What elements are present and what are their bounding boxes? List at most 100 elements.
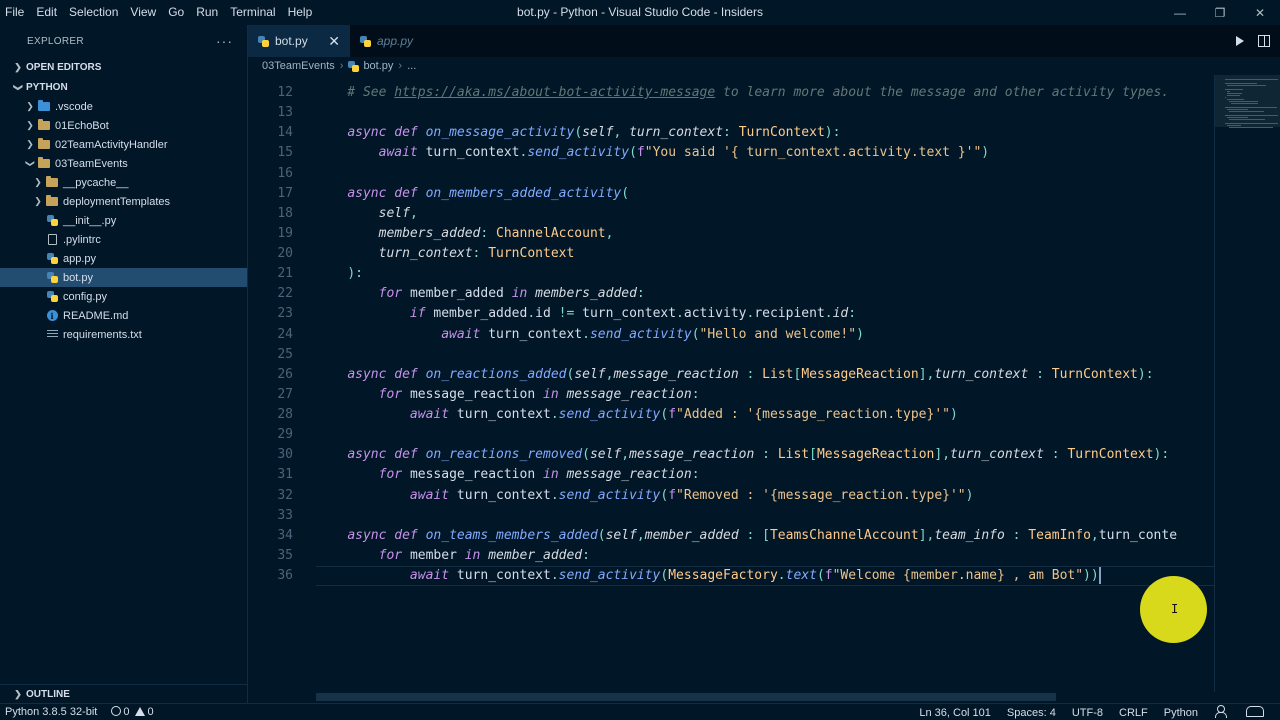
code-line[interactable]: 30 async def on_reactions_removed(self,m… (248, 445, 1214, 465)
folder-icon (46, 195, 58, 208)
line-number: 18 (277, 205, 293, 221)
code-line[interactable]: 15 await turn_context.send_activity(f"Yo… (248, 143, 1214, 163)
status-bar: Python 3.8.5 32-bit 00 Ln 36, Col 101 Sp… (0, 703, 1280, 720)
minimap-line (1225, 79, 1278, 80)
code-line[interactable]: 24 await turn_context.send_activity("Hel… (248, 325, 1214, 345)
open-editors-section[interactable]: ❯ OPEN EDITORS (0, 57, 247, 77)
tree-item[interactable]: bot.py (0, 268, 247, 287)
outline-section[interactable]: ❯ OUTLINE (0, 684, 247, 703)
close-window-button[interactable]: ✕ (1240, 0, 1280, 25)
tab-label: bot.py (275, 34, 308, 48)
more-actions-icon[interactable]: ··· (216, 33, 233, 49)
tree-item[interactable]: requirements.txt (0, 325, 247, 344)
code-text: members_added: ChannelAccount, (378, 225, 614, 241)
tab-app-py[interactable]: app.py (350, 25, 423, 57)
chevron-right-icon: ❯ (34, 177, 42, 187)
tree-item[interactable]: ❯ 01EchoBot (0, 116, 247, 135)
minimap-line (1229, 101, 1258, 102)
python-file-icon (348, 60, 360, 72)
menu-bar: File Edit Selection View Go Run Terminal Help (0, 0, 318, 25)
code-line[interactable]: 36 await turn_context.send_activity(Mess… (248, 566, 1214, 587)
menu-view[interactable]: View (124, 0, 162, 25)
tree-item[interactable]: ❯ __pycache__ (0, 173, 247, 192)
run-icon[interactable] (1236, 36, 1244, 46)
code-line[interactable]: 13 (248, 103, 1214, 123)
code-line[interactable]: 16 (248, 164, 1214, 184)
tree-item[interactable]: config.py (0, 287, 247, 306)
code-line[interactable]: 27 for message_reaction in message_react… (248, 385, 1214, 405)
tree-item[interactable]: __init__.py (0, 211, 247, 230)
code-line[interactable]: 35 for member in member_added: (248, 546, 1214, 566)
code-text: ): (347, 266, 363, 282)
minimap[interactable] (1214, 75, 1280, 692)
menu-terminal[interactable]: Terminal (224, 0, 281, 25)
tree-item[interactable]: ❯ 03TeamEvents (0, 154, 247, 173)
code-line[interactable]: 19 members_added: ChannelAccount, (248, 224, 1214, 244)
code-line[interactable]: 34 async def on_teams_members_added(self… (248, 526, 1214, 546)
tree-item[interactable]: ❯ .vscode (0, 97, 247, 116)
menu-run[interactable]: Run (190, 0, 224, 25)
code-text: await turn_context.send_activity(f"Remov… (409, 487, 974, 503)
code-text: async def on_reactions_removed(self,mess… (347, 447, 1170, 463)
code-text: async def on_reactions_added(self,messag… (347, 366, 1154, 382)
minimap-line (1225, 97, 1226, 98)
code-line[interactable]: 14 async def on_message_activity(self, t… (248, 123, 1214, 143)
restore-button[interactable]: ❐ (1200, 0, 1240, 25)
code-line[interactable]: 22 for member_added in members_added: (248, 284, 1214, 304)
close-icon[interactable]: ✕ (328, 33, 340, 50)
minimize-button[interactable]: — (1160, 0, 1200, 25)
menu-selection[interactable]: Selection (63, 0, 124, 25)
tree-item[interactable]: i README.md (0, 306, 247, 325)
code-line[interactable]: 33 (248, 506, 1214, 526)
minimap-line (1225, 83, 1257, 84)
file-icon (46, 234, 58, 246)
indentation[interactable]: Spaces: 4 (999, 707, 1064, 719)
code-line[interactable]: 28 await turn_context.send_activity(f"Ad… (248, 405, 1214, 425)
breadcrumb-file[interactable]: bot.py (363, 60, 393, 72)
problems-indicator[interactable]: 00 (111, 706, 154, 718)
code-line[interactable]: 29 (248, 425, 1214, 445)
split-editor-icon[interactable] (1258, 35, 1270, 47)
line-number: 25 (277, 346, 293, 362)
code-line[interactable]: 31 for message_reaction in message_react… (248, 465, 1214, 485)
menu-go[interactable]: Go (162, 0, 190, 25)
breadcrumb-symbol[interactable]: ... (407, 60, 416, 72)
minimap-line (1225, 89, 1243, 90)
tab-bot-py[interactable]: bot.py ✕ (248, 25, 350, 57)
python-interpreter[interactable]: Python 3.8.5 32-bit (5, 706, 97, 718)
tree-item[interactable]: ❯ deploymentTemplates (0, 192, 247, 211)
minimap-line (1227, 85, 1266, 86)
minimap-line (1225, 107, 1277, 108)
breadcrumb-folder[interactable]: 03TeamEvents (262, 60, 335, 72)
code-line[interactable]: 21 ): (248, 264, 1214, 284)
workspace-section[interactable]: ❯ PYTHON (0, 77, 247, 97)
menu-file[interactable]: File (0, 0, 30, 25)
code-line[interactable]: 12 # See https://aka.ms/about-bot-activi… (248, 83, 1214, 103)
code-line[interactable]: 17 async def on_members_added_activity( (248, 184, 1214, 204)
tree-item[interactable]: .pylintrc (0, 230, 247, 249)
tree-item[interactable]: ❯ 02TeamActivityHandler (0, 135, 247, 154)
tree-item[interactable]: app.py (0, 249, 247, 268)
code-line[interactable]: 23 if member_added.id != turn_context.ac… (248, 304, 1214, 324)
code-line[interactable]: 18 self, (248, 204, 1214, 224)
code-line[interactable]: 20 turn_context: TurnContext (248, 244, 1214, 264)
menu-edit[interactable]: Edit (30, 0, 63, 25)
python-file-icon (360, 35, 371, 47)
feedback-icon[interactable] (1206, 705, 1238, 720)
horizontal-scrollbar[interactable] (316, 693, 1056, 701)
code-text: await turn_context.send_activity("Hello … (441, 326, 864, 342)
language-mode[interactable]: Python (1156, 707, 1206, 719)
code-line[interactable]: 25 (248, 345, 1214, 365)
encoding[interactable]: UTF-8 (1064, 707, 1111, 719)
code-text: # See https://aka.ms/about-bot-activity-… (316, 85, 1170, 100)
minimap-line (1227, 99, 1244, 100)
notifications-icon[interactable] (1238, 705, 1272, 720)
warning-icon (135, 707, 146, 716)
code-line[interactable]: 32 await turn_context.send_activity(f"Re… (248, 486, 1214, 506)
cursor-position[interactable]: Ln 36, Col 101 (911, 707, 999, 719)
menu-help[interactable]: Help (282, 0, 319, 25)
line-ending[interactable]: CRLF (1111, 707, 1156, 719)
code-line[interactable]: 26 async def on_reactions_added(self,mes… (248, 365, 1214, 385)
code-text: await turn_context.send_activity(Message… (409, 567, 1101, 585)
code-editor[interactable]: 12 # See https://aka.ms/about-bot-activi… (248, 75, 1214, 692)
